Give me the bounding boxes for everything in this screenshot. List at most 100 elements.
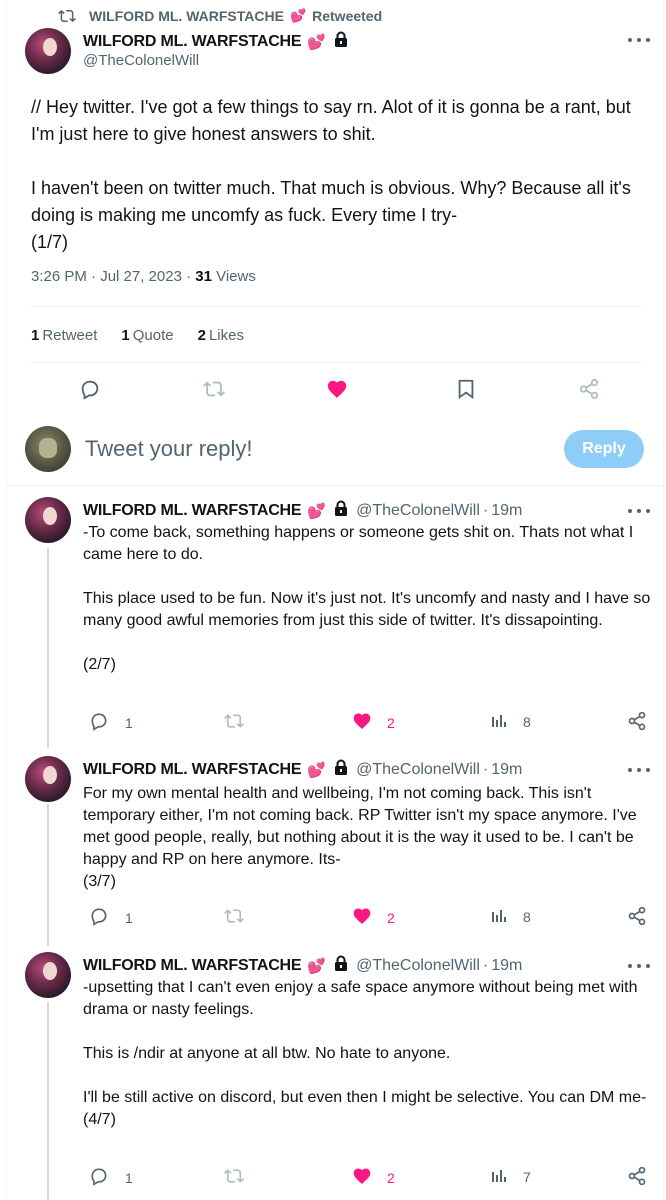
avatar[interactable]: [25, 756, 71, 802]
handle[interactable]: @TheColonelWill: [356, 957, 480, 975]
bookmark-icon[interactable]: [456, 378, 476, 405]
more-icon[interactable]: [628, 961, 650, 971]
reply-line: I'll be still active on discord, but eve…: [83, 1089, 647, 1106]
display-name[interactable]: WILFORD ML. WARFSTACHE: [83, 761, 302, 779]
reply-icon[interactable]: [79, 378, 101, 405]
tweet-meta: 3:26 PM · Jul 27, 2023 · 31 Views: [31, 268, 256, 285]
author-name-row: WILFORD ML. WARFSTACHE 💕 @TheColonelWill…: [83, 955, 523, 976]
thread-line: [47, 548, 49, 748]
thread-line: [47, 804, 49, 946]
like-action[interactable]: 2: [351, 1166, 395, 1189]
display-name[interactable]: WILFORD ML. WARFSTACHE: [83, 502, 302, 520]
views-icon: [491, 906, 509, 927]
tweet-stats: 1 Retweet 1 Quote 2 Likes: [31, 327, 244, 344]
reply-line: This place used to be fun. Now it's just…: [83, 590, 651, 629]
reply-actions: 1 2 7: [83, 1166, 653, 1190]
tweet-paragraph: // Hey twitter. I've got a few things to…: [31, 97, 631, 144]
retweet-icon[interactable]: [202, 378, 226, 405]
pink-hearts-icon: 💕: [307, 761, 327, 779]
retweet-icon: [57, 7, 77, 28]
author-name-row: WILFORD ML. WARFSTACHE 💕 @TheColonelWill…: [83, 759, 523, 780]
reply-action[interactable]: 1: [89, 1166, 133, 1189]
reply-text: For my own mental health and wellbeing, …: [83, 783, 655, 893]
heart-filled-icon: [351, 906, 373, 929]
views-action[interactable]: 8: [491, 906, 531, 927]
views-action[interactable]: 8: [491, 711, 531, 732]
like-action[interactable]: 2: [351, 711, 395, 734]
retweet-icon: [223, 906, 245, 929]
share-icon[interactable]: [627, 1166, 647, 1186]
quotes-stat[interactable]: 1 Quote: [121, 327, 173, 344]
avatar[interactable]: [25, 497, 71, 543]
reply-action[interactable]: 1: [89, 906, 133, 929]
reply-text: -To come back, something happens or some…: [83, 522, 655, 676]
tweet-text: // Hey twitter. I've got a few things to…: [31, 94, 651, 256]
retweet-action[interactable]: [223, 1166, 245, 1189]
handle-row: @TheColonelWill: [83, 52, 199, 69]
retweet-action[interactable]: [223, 906, 245, 929]
lock-icon: [334, 759, 348, 780]
lock-icon: [334, 31, 348, 52]
retweet-icon: [223, 711, 245, 734]
more-icon[interactable]: [628, 506, 650, 516]
reply-icon: [89, 906, 109, 929]
avatar[interactable]: [25, 28, 71, 74]
divider: [7, 485, 663, 486]
share-icon[interactable]: [627, 711, 647, 731]
display-name[interactable]: WILFORD ML. WARFSTACHE: [83, 33, 302, 51]
handle[interactable]: @TheColonelWill: [356, 502, 480, 520]
tweet-paragraph: (1/7): [31, 232, 69, 252]
pink-hearts-icon: 💕: [307, 33, 327, 51]
tweet-actions: [7, 378, 665, 406]
reply-action[interactable]: 1: [89, 711, 133, 734]
divider: [31, 362, 641, 363]
lock-icon: [334, 955, 348, 976]
retweeted-label: Retweeted: [312, 8, 383, 24]
tweet-thread: WILFORD ML. WARFSTACHE 💕 Retweeted WILFO…: [6, 0, 664, 1200]
reply-compose: Tweet your reply! Reply: [7, 420, 665, 480]
reply-text: -upsetting that I can't even enjoy a saf…: [83, 977, 655, 1131]
reply-button[interactable]: Reply: [564, 430, 644, 468]
retweet-action[interactable]: [223, 711, 245, 734]
reply-line: For my own mental health and wellbeing, …: [83, 785, 637, 868]
reply-line: -To come back, something happens or some…: [83, 524, 634, 563]
reply-input[interactable]: Tweet your reply!: [85, 436, 253, 462]
views-icon: [491, 711, 509, 732]
reply-actions: 1 2 8: [83, 906, 653, 930]
divider: [31, 306, 641, 307]
reply-icon: [89, 711, 109, 734]
retweet-icon: [223, 1166, 245, 1189]
thread-line: [47, 1002, 49, 1200]
author-name-row: WILFORD ML. WARFSTACHE 💕: [83, 31, 348, 52]
reply-icon: [89, 1166, 109, 1189]
reply-line: (4/7): [83, 1111, 116, 1128]
timestamp[interactable]: 19m: [491, 957, 522, 975]
likes-stat[interactable]: 2 Likes: [198, 327, 244, 344]
pink-hearts-icon: 💕: [307, 957, 327, 975]
handle[interactable]: @TheColonelWill: [83, 52, 199, 69]
tweet-paragraph: I haven't been on twitter much. That muc…: [31, 178, 631, 225]
handle[interactable]: @TheColonelWill: [356, 761, 480, 779]
like-action[interactable]: 2: [351, 906, 395, 929]
timestamp[interactable]: 19m: [491, 761, 522, 779]
views-label: Views: [211, 268, 256, 285]
reply-line: -upsetting that I can't even enjoy a saf…: [83, 979, 638, 1018]
display-name[interactable]: WILFORD ML. WARFSTACHE: [83, 957, 302, 975]
author-name-row: WILFORD ML. WARFSTACHE 💕 @TheColonelWill…: [83, 500, 523, 521]
more-icon[interactable]: [628, 765, 650, 775]
lock-icon: [334, 500, 348, 521]
retweeter-name[interactable]: WILFORD ML. WARFSTACHE: [89, 8, 284, 24]
share-icon[interactable]: [627, 906, 647, 926]
heart-filled-icon[interactable]: [325, 378, 349, 405]
share-icon[interactable]: [578, 378, 600, 405]
pink-hearts-icon: 💕: [289, 8, 307, 23]
avatar[interactable]: [25, 952, 71, 998]
timestamp[interactable]: 3:26 PM · Jul 27, 2023 ·: [31, 268, 195, 285]
views-action[interactable]: 7: [491, 1166, 531, 1187]
reply-line: (3/7): [83, 873, 116, 890]
retweets-stat[interactable]: 1 Retweet: [31, 327, 97, 344]
views-count: 31: [195, 268, 212, 285]
retweeted-bar[interactable]: WILFORD ML. WARFSTACHE 💕 Retweeted: [57, 7, 383, 28]
more-icon[interactable]: [628, 35, 650, 45]
timestamp[interactable]: 19m: [491, 502, 522, 520]
